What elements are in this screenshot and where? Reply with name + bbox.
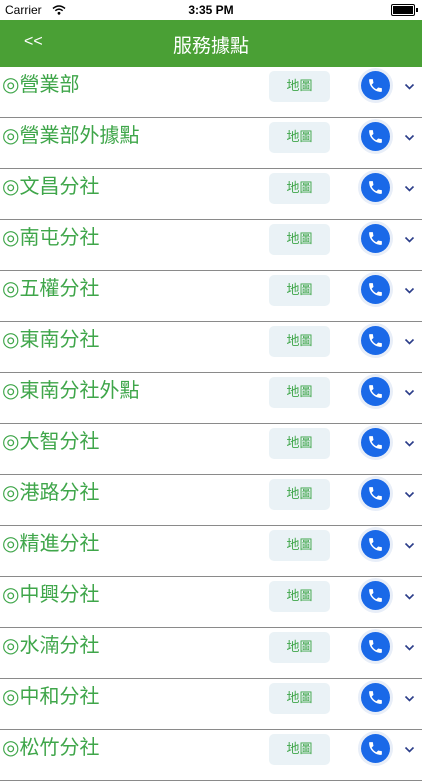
list-item[interactable]: ◎大智分社 地圖 xyxy=(0,424,422,475)
call-button[interactable] xyxy=(361,530,390,559)
map-button[interactable]: 地圖 xyxy=(269,632,330,663)
list-item[interactable]: ◎文昌分社 地圖 xyxy=(0,169,422,220)
chevron-down-icon[interactable] xyxy=(404,229,415,248)
location-name: ◎五權分社 xyxy=(2,276,100,300)
map-button[interactable]: 地圖 xyxy=(269,530,330,561)
call-button[interactable] xyxy=(361,683,390,712)
battery-icon xyxy=(391,4,418,16)
chevron-down-icon[interactable] xyxy=(404,586,415,605)
list-item[interactable]: ◎港路分社 地圖 xyxy=(0,475,422,526)
call-button[interactable] xyxy=(361,377,390,406)
call-button[interactable] xyxy=(361,173,390,202)
chevron-down-icon[interactable] xyxy=(404,688,415,707)
location-name: ◎南屯分社 xyxy=(2,225,100,249)
list-item[interactable]: ◎營業部外據點 地圖 xyxy=(0,118,422,169)
map-button[interactable]: 地圖 xyxy=(269,581,330,612)
chevron-down-icon[interactable] xyxy=(404,739,415,758)
location-name: ◎水湳分社 xyxy=(2,633,100,657)
status-time: 3:35 PM xyxy=(188,3,234,17)
call-button[interactable] xyxy=(361,428,390,457)
map-button[interactable]: 地圖 xyxy=(269,683,330,714)
map-button[interactable]: 地圖 xyxy=(269,479,330,510)
location-name: ◎東南分社 xyxy=(2,327,100,351)
map-button[interactable]: 地圖 xyxy=(269,173,330,204)
location-name: ◎大智分社 xyxy=(2,429,100,453)
chevron-down-icon[interactable] xyxy=(404,178,415,197)
map-button[interactable]: 地圖 xyxy=(269,326,330,357)
map-button[interactable]: 地圖 xyxy=(269,377,330,408)
call-button[interactable] xyxy=(361,224,390,253)
map-button[interactable]: 地圖 xyxy=(269,428,330,459)
location-name: ◎中和分社 xyxy=(2,684,100,708)
list-item[interactable]: ◎中和分社 地圖 xyxy=(0,679,422,730)
location-name: ◎營業部外據點 xyxy=(2,123,140,147)
call-button[interactable] xyxy=(361,632,390,661)
list-item[interactable]: ◎中興分社 地圖 xyxy=(0,577,422,628)
map-button[interactable]: 地圖 xyxy=(269,71,330,102)
chevron-down-icon[interactable] xyxy=(404,280,415,299)
nav-bar: << 服務據點 xyxy=(0,20,422,67)
map-button[interactable]: 地圖 xyxy=(269,122,330,153)
chevron-down-icon[interactable] xyxy=(404,76,415,95)
list-item[interactable]: ◎南屯分社 地圖 xyxy=(0,220,422,271)
map-button[interactable]: 地圖 xyxy=(269,224,330,255)
call-button[interactable] xyxy=(361,479,390,508)
list-item[interactable]: ◎五權分社 地圖 xyxy=(0,271,422,322)
location-name: ◎松竹分社 xyxy=(2,735,100,759)
chevron-down-icon[interactable] xyxy=(404,433,415,452)
call-button[interactable] xyxy=(361,734,390,763)
chevron-down-icon[interactable] xyxy=(404,484,415,503)
call-button[interactable] xyxy=(361,581,390,610)
chevron-down-icon[interactable] xyxy=(404,382,415,401)
location-name: ◎港路分社 xyxy=(2,480,100,504)
location-list: ◎營業部 地圖 ◎營業部外據點 地圖 ◎文昌分社 地圖 ◎南屯分社 地圖 ◎五權分社 地圖 ◎東南分… xyxy=(0,67,422,781)
chevron-down-icon[interactable] xyxy=(404,331,415,350)
call-button[interactable] xyxy=(361,71,390,100)
location-name: ◎營業部 xyxy=(2,72,80,96)
chevron-down-icon[interactable] xyxy=(404,535,415,554)
chevron-down-icon[interactable] xyxy=(404,127,415,146)
location-name: ◎中興分社 xyxy=(2,582,100,606)
page-title: 服務據點 xyxy=(172,35,249,57)
list-item[interactable]: ◎營業部 地圖 xyxy=(0,67,422,118)
location-name: ◎東南分社外點 xyxy=(2,378,140,402)
chevron-down-icon[interactable] xyxy=(404,637,415,656)
location-name: ◎精進分社 xyxy=(2,531,100,555)
status-bar: Carrier 3:35 PM xyxy=(0,0,422,20)
map-button[interactable]: 地圖 xyxy=(269,275,330,306)
list-item[interactable]: ◎水湳分社 地圖 xyxy=(0,628,422,679)
list-item[interactable]: ◎東南分社 地圖 xyxy=(0,322,422,373)
list-item[interactable]: ◎東南分社外點 地圖 xyxy=(0,373,422,424)
call-button[interactable] xyxy=(361,275,390,304)
call-button[interactable] xyxy=(361,326,390,355)
location-name: ◎文昌分社 xyxy=(2,174,100,198)
list-item[interactable]: ◎精進分社 地圖 xyxy=(0,526,422,577)
list-item[interactable]: ◎松竹分社 地圖 xyxy=(0,730,422,781)
call-button[interactable] xyxy=(361,122,390,151)
